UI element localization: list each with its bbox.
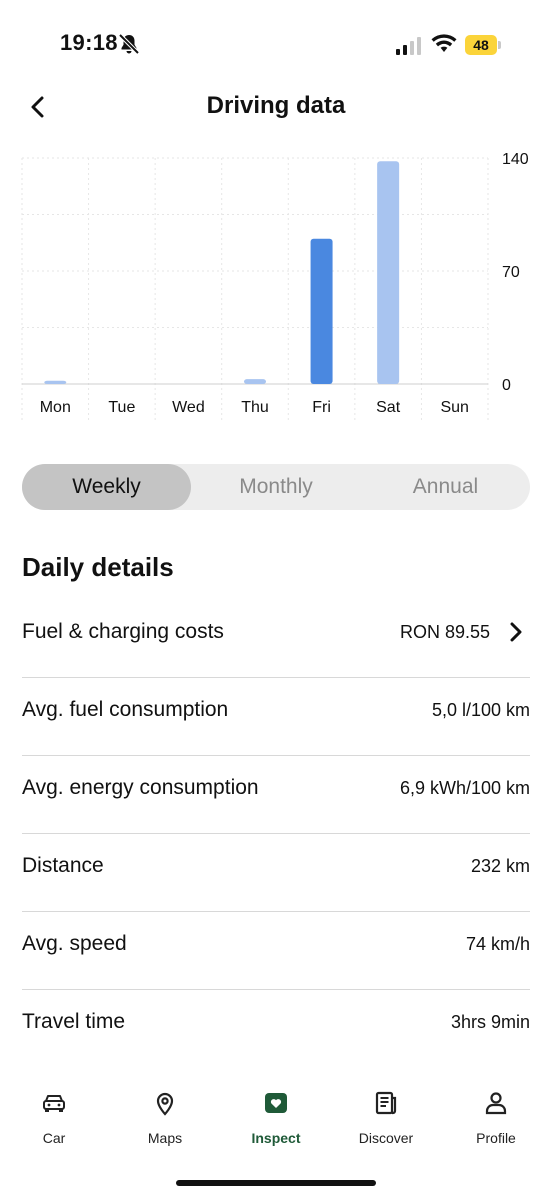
detail-value: RON 89.55 (399, 622, 490, 642)
driving-bar-chart: Mon Tue Wed Thu Fri Sat Sun 0 70 140 (21, 151, 529, 420)
detail-value: 6,9 kWh/100 km (399, 778, 530, 798)
detail-value: 5,0 l/100 km (431, 700, 530, 720)
detail-row-avg-energy-consumption: Avg. energy consumption 6,9 kWh/100 km (22, 756, 530, 834)
battery-level: 48 (465, 35, 497, 55)
x-tick-label: Mon (40, 399, 71, 416)
detail-value: 74 km/h (465, 934, 530, 954)
map-pin-icon (156, 1092, 174, 1116)
period-weekly-tab[interactable]: Weekly (22, 464, 191, 510)
detail-label: Travel time (22, 1010, 126, 1033)
detail-label: Avg. fuel consumption (22, 698, 229, 721)
x-tick-label: Thu (241, 399, 269, 416)
detail-label: Distance (22, 854, 104, 877)
bar-thu (244, 379, 266, 384)
tab-label: Profile (476, 1130, 516, 1146)
y-tick-label: 0 (502, 377, 511, 394)
section-title: Daily details (22, 552, 174, 582)
tab-label: Car (42, 1130, 66, 1146)
bell-muted-icon (118, 33, 140, 55)
detail-row-avg-speed: Avg. speed 74 km/h (22, 912, 530, 990)
detail-row-fuel-charging-costs[interactable]: Fuel & charging costs RON 89.55 (22, 600, 530, 678)
x-tick-label: Sat (376, 399, 401, 416)
bar-sat (377, 161, 400, 384)
status-bar: 19:18 48 (0, 0, 552, 92)
newspaper-icon (375, 1091, 397, 1115)
status-time: 19:18 (60, 30, 118, 55)
detail-label: Fuel & charging costs (22, 620, 224, 643)
x-tick-label: Fri (312, 399, 331, 416)
detail-label: Avg. speed (22, 932, 127, 955)
y-tick-label: 70 (502, 264, 520, 281)
detail-label: Avg. energy consumption (22, 776, 259, 799)
detail-row-travel-time: Travel time 3hrs 9min (22, 990, 530, 1068)
detail-value: 3hrs 9min (450, 1012, 530, 1032)
chevron-right-icon (510, 622, 522, 642)
wifi-icon (431, 34, 457, 52)
tab-label: Discover (358, 1130, 414, 1146)
home-indicator (176, 1180, 376, 1186)
cellular-signal-icon (396, 37, 421, 55)
tab-label: Inspect (251, 1130, 301, 1146)
y-tick-label: 140 (502, 151, 529, 168)
bar-mon (44, 380, 67, 384)
car-icon (43, 1095, 65, 1112)
x-tick-label: Wed (172, 399, 205, 416)
detail-row-avg-fuel-consumption: Avg. fuel consumption 5,0 l/100 km (22, 678, 530, 756)
page-title: Driving data (206, 92, 346, 119)
tab-inspect[interactable]: Inspect (231, 1090, 321, 1160)
detail-row-distance: Distance 232 km (22, 834, 530, 912)
bottom-tab-bar: Car Maps Inspect Discover Profile (0, 1090, 552, 1160)
tab-profile[interactable]: Profile (451, 1090, 541, 1160)
x-tick-label: Tue (108, 399, 135, 416)
tab-label: Maps (147, 1130, 183, 1146)
bar-fri (310, 238, 333, 384)
tab-car[interactable]: Car (9, 1090, 99, 1160)
inspect-icon (265, 1093, 287, 1113)
battery-indicator: 48 (465, 35, 501, 55)
x-tick-label: Sun (440, 399, 468, 416)
detail-value: 232 km (470, 856, 530, 876)
tab-discover[interactable]: Discover (341, 1090, 431, 1160)
period-monthly-tab[interactable]: Monthly (191, 464, 361, 510)
person-icon (485, 1092, 507, 1115)
period-selector: Weekly Monthly Annual (22, 464, 530, 510)
period-annual-tab[interactable]: Annual (361, 464, 530, 510)
tab-maps[interactable]: Maps (120, 1090, 210, 1160)
